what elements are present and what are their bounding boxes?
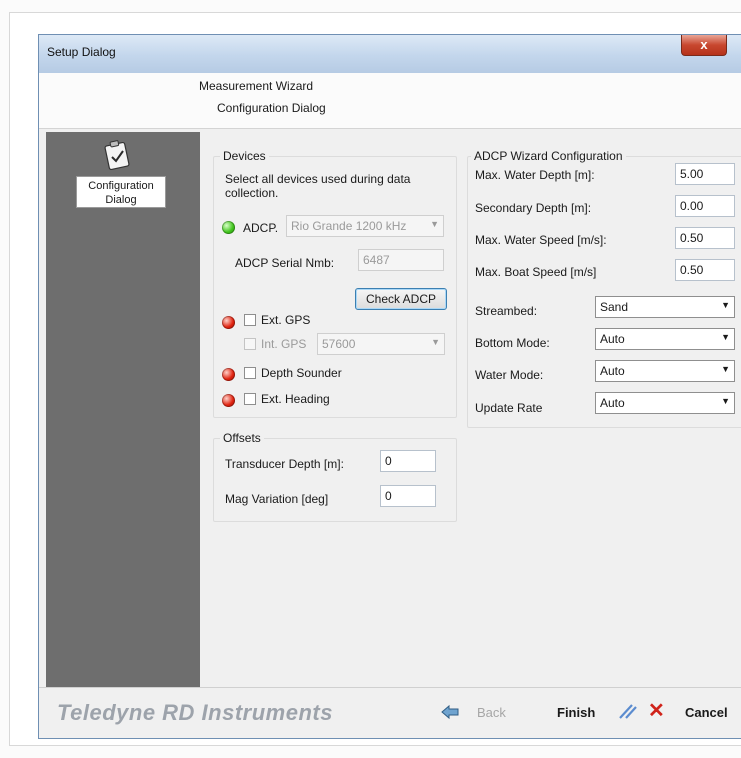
max-water-speed-field[interactable]: 0.50 (675, 227, 735, 249)
chevron-down-icon: ▼ (430, 219, 439, 229)
max-water-speed-label: Max. Water Speed [m/s]: (475, 233, 607, 247)
wizard-step-title: Configuration Dialog (217, 101, 326, 115)
int-gps-baud-select[interactable]: 57600 ▼ (317, 333, 445, 355)
mag-variation-label: Mag Variation [deg] (225, 492, 329, 506)
bottom-mode-label: Bottom Mode: (475, 336, 550, 350)
devices-instruction: Select all devices used during data coll… (225, 172, 411, 200)
offsets-group-title: Offsets (220, 431, 264, 445)
sidebar: Configuration Dialog (46, 132, 200, 687)
sidebar-item-configuration-dialog[interactable]: Configuration Dialog (76, 176, 166, 208)
title-bar: Setup Dialog x (39, 35, 741, 73)
ext-gps-label: Ext. GPS (261, 313, 311, 327)
bottom-mode-select[interactable]: Auto ▼ (595, 328, 735, 350)
ext-gps-checkbox[interactable] (244, 314, 256, 326)
back-arrow-icon (441, 704, 459, 720)
ext-heading-label: Ext. Heading (261, 392, 330, 406)
ext-gps-status-led (222, 316, 235, 329)
transducer-depth-label: Transducer Depth [m]: (225, 457, 344, 471)
close-button[interactable]: x (681, 35, 727, 56)
chevron-down-icon: ▼ (721, 396, 730, 406)
chevron-down-icon: ▼ (721, 300, 730, 310)
update-rate-select[interactable]: Auto ▼ (595, 392, 735, 414)
devices-group-title: Devices (220, 149, 269, 163)
wizard-header: Measurement Wizard Configuration Dialog (39, 73, 741, 129)
streambed-select[interactable]: Sand ▼ (595, 296, 735, 318)
finish-button[interactable]: Finish (557, 705, 595, 720)
depth-sounder-label: Depth Sounder (261, 366, 342, 380)
max-boat-speed-field[interactable]: 0.50 (675, 259, 735, 281)
wizard-footer: Teledyne RD Instruments Back Finish ✕ Ca… (39, 687, 741, 738)
depth-sounder-checkbox[interactable] (244, 367, 256, 379)
water-mode-label: Water Mode: (475, 368, 544, 382)
update-rate-label: Update Rate (475, 401, 543, 415)
check-adcp-button[interactable]: Check ADCP (355, 288, 447, 310)
max-water-depth-label: Max. Water Depth [m]: (475, 168, 595, 182)
secondary-depth-field[interactable]: 0.00 (675, 195, 735, 217)
streambed-value: Sand (600, 300, 629, 314)
int-gps-label: Int. GPS (261, 337, 307, 351)
water-mode-select[interactable]: Auto ▼ (595, 360, 735, 382)
chevron-down-icon: ▼ (721, 332, 730, 342)
mag-variation-field[interactable]: 0 (380, 485, 436, 507)
adcp-label: ADCP. (243, 221, 279, 235)
serial-number-field[interactable]: 6487 (358, 249, 444, 271)
adcp-status-led (222, 221, 235, 234)
max-boat-speed-label: Max. Boat Speed [m/s] (475, 265, 597, 279)
transducer-depth-field[interactable]: 0 (380, 450, 436, 472)
adcp-model-value: Rio Grande 1200 kHz (291, 219, 407, 233)
wizard-title: Measurement Wizard (199, 79, 314, 93)
bottom-mode-value: Auto (600, 332, 625, 346)
chevron-down-icon: ▼ (431, 337, 440, 347)
setup-dialog-window: Setup Dialog x Measurement Wizard Config… (38, 34, 741, 739)
int-gps-checkbox[interactable] (244, 338, 256, 350)
max-water-depth-field[interactable]: 5.00 (675, 163, 735, 185)
secondary-depth-label: Secondary Depth [m]: (475, 201, 592, 215)
wizard-config-title: ADCP Wizard Configuration (471, 149, 626, 163)
back-button[interactable]: Back (477, 705, 506, 720)
cancel-button[interactable]: Cancel (685, 705, 728, 720)
serial-label: ADCP Serial Nmb: (235, 256, 335, 270)
update-rate-value: Auto (600, 396, 625, 410)
cancel-x-icon: ✕ (648, 700, 665, 722)
ext-heading-status-led (222, 394, 235, 407)
depth-sounder-status-led (222, 368, 235, 381)
brand-logo-text: Teledyne RD Instruments (57, 700, 333, 725)
ext-heading-checkbox[interactable] (244, 393, 256, 405)
int-gps-baud-value: 57600 (322, 337, 356, 351)
water-mode-value: Auto (600, 364, 625, 378)
adcp-model-select[interactable]: Rio Grande 1200 kHz ▼ (286, 215, 444, 237)
finish-wand-icon (619, 704, 637, 719)
streambed-label: Streambed: (475, 304, 538, 318)
chevron-down-icon: ▼ (721, 364, 730, 374)
window-title: Setup Dialog (47, 45, 116, 59)
clipboard-check-icon (104, 140, 130, 170)
